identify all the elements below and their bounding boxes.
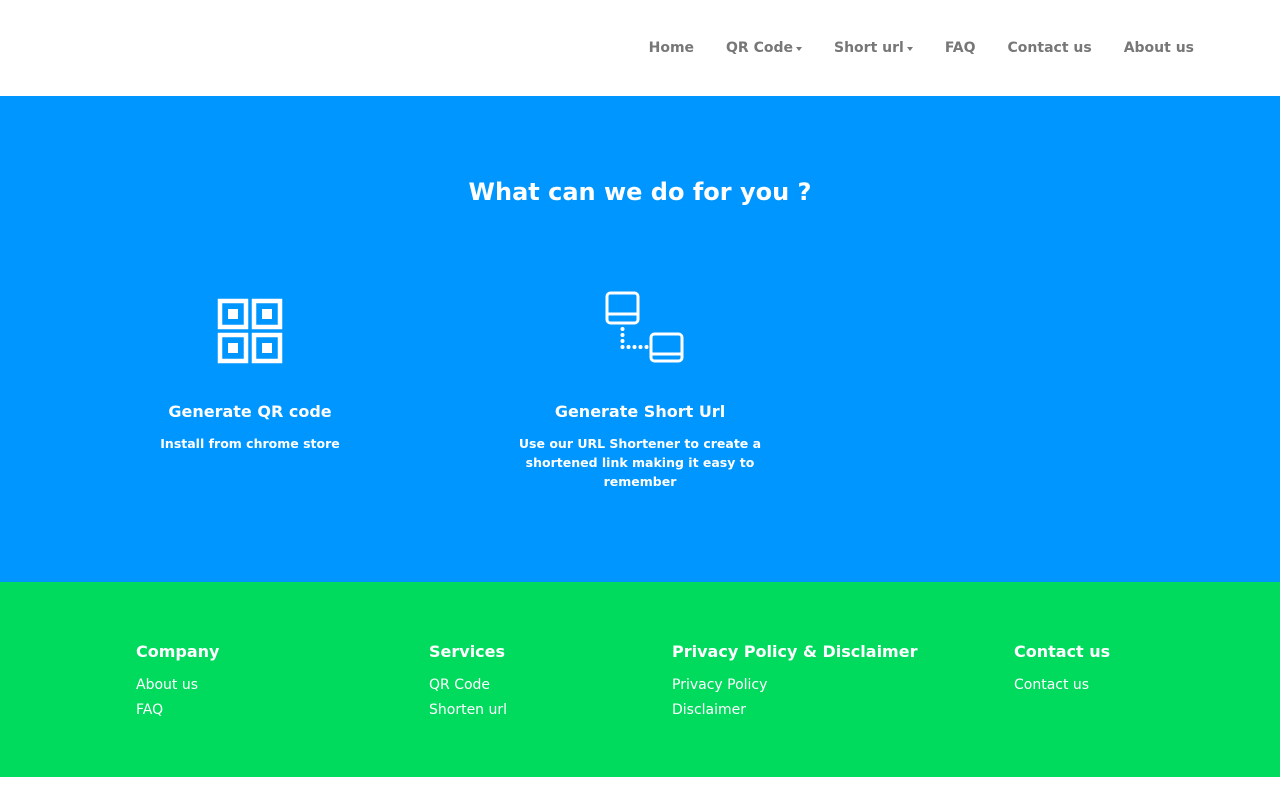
footer-heading: Privacy Policy & Disclaimer (672, 642, 918, 661)
nav-faq-label: FAQ (944, 40, 976, 56)
footer-links: Contact us (1014, 673, 1110, 698)
footer-column-services: Services QR Code Shorten url (429, 640, 507, 723)
footer-heading: Contact us (1014, 642, 1111, 661)
footer-links: About us FAQ (136, 673, 219, 723)
nav-contact-us[interactable]: Contact us (1008, 40, 1092, 56)
site-header: Home QR Code Short url FAQ Contact us Ab… (0, 0, 1280, 96)
nav-short-url-label: Short url (834, 40, 904, 56)
section-title: What can we do for you ? (468, 178, 812, 206)
feature-qr-description: Install from chrome store (160, 436, 340, 451)
footer-heading: Services (429, 642, 506, 661)
qr-code-icon (217, 298, 283, 364)
nav-short-url[interactable]: Short url (834, 40, 913, 56)
feature-qr-title: Generate QR code (168, 402, 332, 421)
main-nav: Home QR Code Short url FAQ Contact us Ab… (649, 0, 1194, 96)
nav-about-us-label: About us (1123, 40, 1194, 56)
nav-faq[interactable]: FAQ (945, 40, 976, 56)
nav-qr-code[interactable]: QR Code (726, 40, 802, 56)
footer-links: QR Code Shorten url (429, 673, 507, 723)
caret-down-icon (906, 46, 913, 51)
footer-link-disclaimer[interactable]: Disclaimer (672, 698, 917, 723)
footer-link-shorten-url[interactable]: Shorten url (429, 698, 507, 723)
feature-short-url-title: Generate Short Url (554, 402, 726, 421)
link-devices-icon (605, 291, 684, 363)
services-section: What can we do for you ? Generate QR cod… (0, 96, 1280, 582)
footer-link-about-us[interactable]: About us (136, 673, 219, 698)
site-footer: Company About us FAQ Services QR Code Sh… (0, 582, 1280, 777)
nav-contact-us-label: Contact us (1007, 40, 1092, 56)
footer-links: Privacy Policy Disclaimer (672, 673, 917, 723)
nav-qr-code-label: QR Code (726, 40, 793, 56)
footer-column-privacy: Privacy Policy & Disclaimer Privacy Poli… (672, 640, 917, 723)
footer-link-privacy-policy[interactable]: Privacy Policy (672, 673, 917, 698)
nav-about-us[interactable]: About us (1124, 40, 1194, 56)
footer-link-faq[interactable]: FAQ (136, 698, 219, 723)
footer-column-company: Company About us FAQ (136, 640, 219, 723)
nav-home-label: Home (648, 40, 695, 56)
footer-heading: Company (136, 642, 220, 661)
feature-short-url: Generate Short Url Use our URL Shortener… (490, 286, 790, 491)
footer-link-contact-us[interactable]: Contact us (1014, 673, 1110, 698)
footer-column-contact: Contact us Contact us (1014, 640, 1110, 698)
footer-link-qr-code[interactable]: QR Code (429, 673, 507, 698)
feature-qr-code: Generate QR code Install from chrome sto… (100, 286, 400, 453)
caret-down-icon (796, 46, 802, 51)
nav-home[interactable]: Home (649, 40, 694, 56)
feature-short-url-description: Use our URL Shortener to create a shorte… (518, 436, 762, 489)
